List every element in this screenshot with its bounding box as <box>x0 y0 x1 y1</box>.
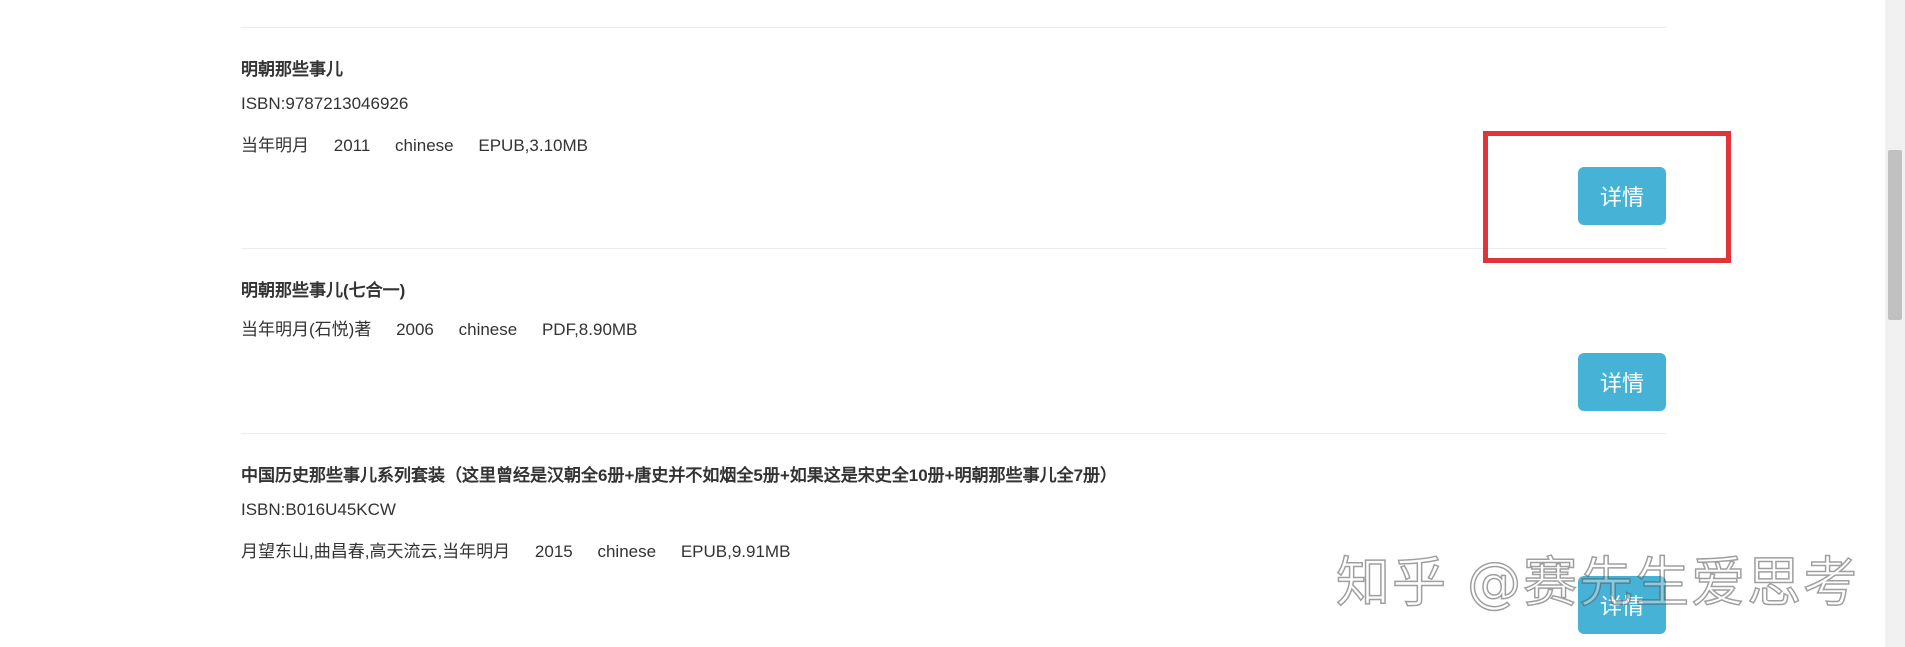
book-file-info: PDF,8.90MB <box>541 320 638 339</box>
result-item: 明朝那些事儿(七合一) 当年明月(石悦)著 2006 chinese PDF,8… <box>241 249 1666 434</box>
book-year: 2015 <box>534 542 573 561</box>
book-meta: 月望东山,曲昌春,高天流云,当年明月 2015 chinese EPUB,9.9… <box>241 537 810 562</box>
detail-button[interactable]: 详情 <box>1578 353 1666 411</box>
scrollbar-thumb[interactable] <box>1888 150 1902 320</box>
book-title[interactable]: 明朝那些事儿(七合一) <box>241 276 405 301</box>
book-meta: 当年明月 2011 chinese EPUB,3.10MB <box>241 131 608 156</box>
book-year: 2006 <box>396 320 434 339</box>
result-item: 明朝那些事儿 ISBN:9787213046926 当年明月 2011 chin… <box>241 28 1666 249</box>
book-language: chinese <box>395 136 454 155</box>
book-file-info: EPUB,9.91MB <box>680 542 791 561</box>
book-language: chinese <box>458 320 518 339</box>
book-year: 2011 <box>333 136 371 155</box>
search-results-list: 明朝那些事儿 ISBN:9787213046926 当年明月 2011 chin… <box>241 27 1666 647</box>
red-highlight-box <box>1483 131 1731 263</box>
book-file-info: EPUB,3.10MB <box>478 136 588 155</box>
book-isbn: ISBN:B016U45KCW <box>241 500 396 519</box>
book-author: 月望东山,曲昌春,高天流云,当年明月 <box>241 542 511 561</box>
book-isbn: ISBN:9787213046926 <box>241 94 409 113</box>
book-language: chinese <box>597 542 657 561</box>
book-title[interactable]: 中国历史那些事儿系列套装（这里曾经是汉朝全6册+唐史并不如烟全5册+如果这是宋史… <box>241 461 1117 486</box>
book-author: 当年明月(石悦)著 <box>241 320 372 339</box>
result-item: 中国历史那些事儿系列套装（这里曾经是汉朝全6册+唐史并不如烟全5册+如果这是宋史… <box>241 434 1666 647</box>
book-author: 当年明月 <box>241 136 309 155</box>
detail-button[interactable]: 详情 <box>1578 576 1666 634</box>
book-title[interactable]: 明朝那些事儿 <box>241 55 343 80</box>
book-meta: 当年明月(石悦)著 2006 chinese PDF,8.90MB <box>241 315 657 340</box>
vertical-scrollbar[interactable] <box>1885 0 1905 647</box>
page: 明朝那些事儿 ISBN:9787213046926 当年明月 2011 chin… <box>0 0 1905 647</box>
